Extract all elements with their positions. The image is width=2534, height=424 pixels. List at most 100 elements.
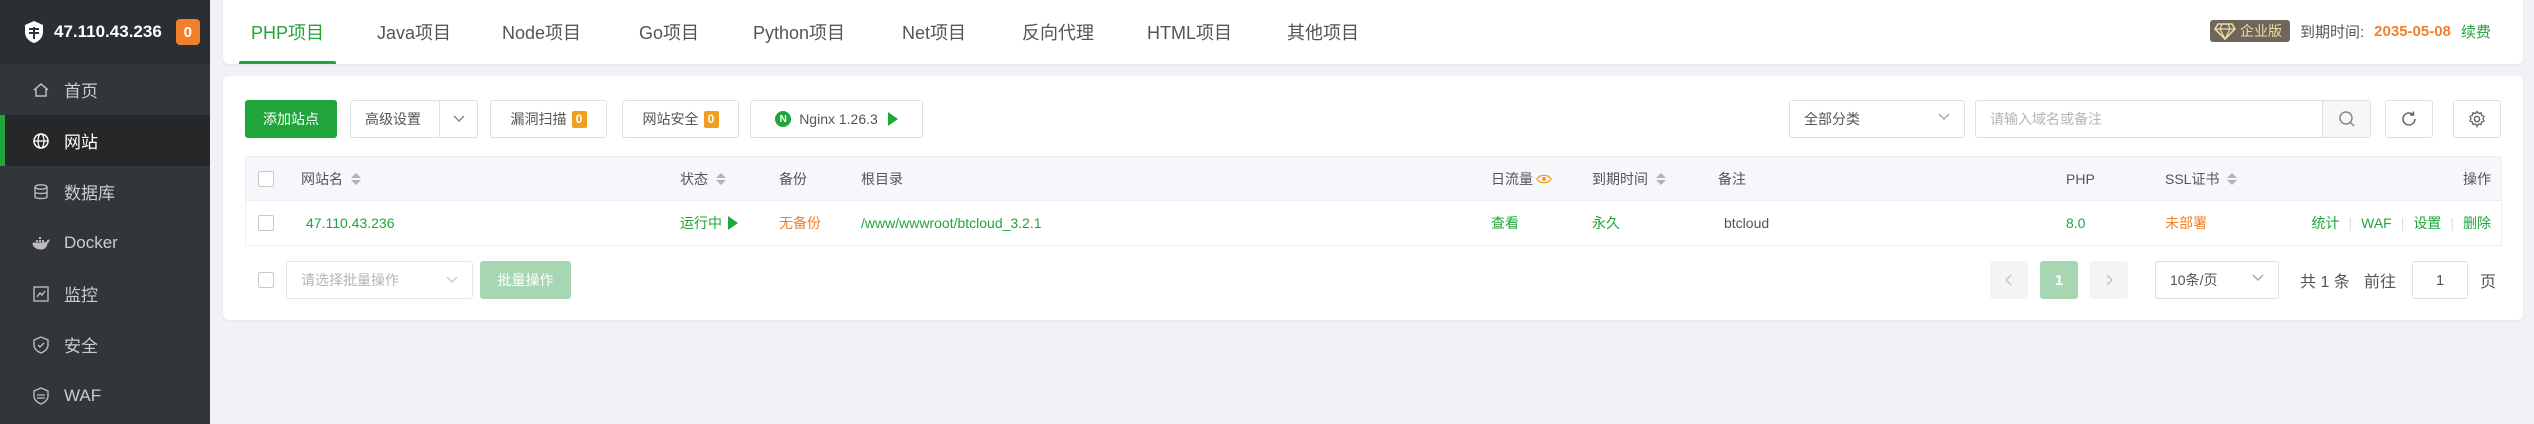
header-remark: 备注 bbox=[1718, 157, 1746, 201]
table-row: 47.110.43.236 运行中 无备份 /www/wwwroot/btclo… bbox=[246, 201, 2501, 245]
sidebar: 47.110.43.236 0 首页 网站 数据库 Docker 监控 安全 W… bbox=[0, 0, 210, 424]
chevron-right-icon bbox=[2106, 274, 2113, 286]
page-1-button[interactable]: 1 bbox=[2040, 261, 2078, 299]
row-checkbox[interactable] bbox=[258, 201, 274, 245]
category-select[interactable]: 全部分类 bbox=[1789, 100, 1965, 138]
sidebar-item-database[interactable]: 数据库 bbox=[0, 166, 210, 217]
header-daily-traffic[interactable]: 日流量 bbox=[1491, 157, 1552, 201]
tab-net[interactable]: Net项目 bbox=[902, 0, 966, 64]
batch-op-select[interactable]: 请选择批量操作 bbox=[286, 261, 473, 299]
enterprise-badge-label: 企业版 bbox=[2240, 23, 2282, 39]
site-security-button[interactable]: 网站安全 0 bbox=[622, 100, 739, 138]
server-ip[interactable]: 47.110.43.236 bbox=[54, 22, 162, 42]
tab-html[interactable]: HTML项目 bbox=[1147, 0, 1232, 64]
header-label: 网站名 bbox=[301, 171, 343, 187]
ssl-status-link[interactable]: 未部署 bbox=[2165, 201, 2207, 245]
batch-op-button[interactable]: 批量操作 bbox=[480, 261, 571, 299]
globe-icon bbox=[33, 132, 49, 149]
sidebar-item-home[interactable]: 首页 bbox=[0, 64, 210, 115]
settings-link[interactable]: 设置 bbox=[2413, 213, 2441, 233]
vuln-count-badge: 0 bbox=[571, 110, 587, 128]
enterprise-badge[interactable]: 企业版 bbox=[2210, 20, 2290, 42]
tab-java[interactable]: Java项目 bbox=[377, 0, 451, 64]
expire-value[interactable]: 永久 bbox=[1592, 201, 1620, 245]
gear-icon bbox=[2469, 110, 2485, 128]
nginx-button[interactable]: N Nginx 1.26.3 bbox=[750, 100, 923, 138]
sort-icon bbox=[1656, 173, 1666, 185]
header-label: 到期时间 bbox=[1592, 171, 1648, 187]
tab-label: Java项目 bbox=[377, 23, 452, 43]
tab-node[interactable]: Node项目 bbox=[502, 0, 581, 64]
batch-op-label: 批量操作 bbox=[497, 272, 554, 288]
header-ops: 操作 bbox=[2463, 157, 2491, 201]
site-panel: 添加站点 高级设置 漏洞扫描 0 网站安全 0 N Nginx 1.26.3 全… bbox=[223, 76, 2523, 320]
tab-label: Go项目 bbox=[639, 23, 700, 43]
sidebar-item-website[interactable]: 网站 bbox=[0, 115, 210, 166]
site-name-link[interactable]: 47.110.43.236 bbox=[306, 201, 395, 245]
notice-count-badge[interactable]: 0 bbox=[175, 19, 200, 45]
sidebar-item-label: Docker bbox=[64, 232, 118, 252]
traffic-view-link[interactable]: 查看 bbox=[1491, 201, 1519, 245]
search-input[interactable] bbox=[1976, 101, 2326, 137]
backup-link[interactable]: 无备份 bbox=[779, 201, 821, 245]
goto-page-input[interactable]: 1 bbox=[2412, 261, 2468, 299]
play-icon bbox=[728, 216, 738, 230]
expire-date: 2035-05-08 bbox=[2374, 22, 2451, 40]
tab-php[interactable]: PHP项目 bbox=[223, 0, 352, 64]
page-size-select[interactable]: 10条/页 bbox=[2155, 261, 2279, 299]
renew-link[interactable]: 续费 bbox=[2461, 21, 2491, 42]
row-actions: 统计 | WAF | 设置 | 删除 bbox=[2311, 213, 2491, 233]
tab-label: 反向代理 bbox=[1022, 23, 1094, 43]
add-site-button[interactable]: 添加站点 bbox=[245, 100, 337, 138]
header-root-dir: 根目录 bbox=[861, 157, 903, 201]
header-status[interactable]: 状态 bbox=[680, 157, 726, 201]
eye-icon bbox=[1536, 174, 1552, 184]
chevron-left-icon bbox=[2005, 274, 2012, 286]
sidebar-item-label: 监控 bbox=[64, 286, 98, 305]
root-dir-link[interactable]: /www/wwwroot/btcloud_3.2.1 bbox=[861, 201, 1042, 245]
header-ssl[interactable]: SSL证书 bbox=[2165, 157, 2238, 201]
select-all-checkbox[interactable] bbox=[258, 157, 274, 201]
status-label: 运行中 bbox=[680, 215, 722, 231]
waf-link[interactable]: WAF bbox=[2361, 215, 2392, 231]
advanced-dropdown-toggle[interactable] bbox=[439, 101, 477, 137]
chevron-down-icon bbox=[2252, 274, 2264, 282]
refresh-button[interactable] bbox=[2385, 100, 2433, 138]
vuln-scan-button[interactable]: 漏洞扫描 0 bbox=[490, 100, 607, 138]
delete-link[interactable]: 删除 bbox=[2463, 213, 2491, 233]
chevron-down-icon bbox=[446, 276, 458, 284]
tab-other[interactable]: 其他项目 bbox=[1287, 0, 1359, 64]
search-button[interactable] bbox=[2322, 101, 2370, 137]
header-expire[interactable]: 到期时间 bbox=[1592, 157, 1666, 201]
stats-link[interactable]: 统计 bbox=[2311, 213, 2339, 233]
security-count-badge: 0 bbox=[703, 110, 719, 128]
sort-icon bbox=[2227, 173, 2238, 185]
prev-page-button[interactable] bbox=[1990, 261, 2028, 299]
header-label: PHP bbox=[2066, 171, 2095, 187]
add-site-label: 添加站点 bbox=[263, 111, 319, 127]
sidebar-item-label: 安全 bbox=[64, 337, 98, 356]
tab-go[interactable]: Go项目 bbox=[639, 0, 699, 64]
remark-value[interactable]: btcloud bbox=[1724, 201, 1769, 245]
php-version-link[interactable]: 8.0 bbox=[2066, 201, 2085, 245]
tab-python[interactable]: Python项目 bbox=[753, 0, 845, 64]
header-site-name[interactable]: 网站名 bbox=[301, 157, 361, 201]
header-php: PHP bbox=[2066, 157, 2095, 201]
table-header: 网站名 状态 备份 根目录 日流量 到期时间 备注 PHP SSL证书 操作 bbox=[246, 157, 2501, 201]
next-page-button[interactable] bbox=[2090, 261, 2128, 299]
header-label: 备注 bbox=[1718, 171, 1746, 187]
header-label: SSL证书 bbox=[2165, 171, 2220, 187]
sidebar-item-security[interactable]: 安全 bbox=[0, 319, 210, 370]
page-unit-label: 页 bbox=[2480, 274, 2497, 291]
sidebar-item-docker[interactable]: Docker bbox=[0, 217, 210, 268]
advanced-settings-label: 高级设置 bbox=[365, 111, 421, 127]
sidebar-item-waf[interactable]: WAF bbox=[0, 370, 210, 421]
site-status[interactable]: 运行中 bbox=[680, 201, 738, 245]
settings-button[interactable] bbox=[2453, 100, 2501, 138]
server-header: 47.110.43.236 0 bbox=[0, 0, 210, 64]
advanced-settings-button[interactable]: 高级设置 bbox=[350, 100, 478, 138]
batch-select-checkbox[interactable] bbox=[258, 272, 274, 288]
header-label: 状态 bbox=[680, 171, 708, 187]
sidebar-item-monitor[interactable]: 监控 bbox=[0, 268, 210, 319]
tab-reverse-proxy[interactable]: 反向代理 bbox=[1022, 0, 1094, 64]
